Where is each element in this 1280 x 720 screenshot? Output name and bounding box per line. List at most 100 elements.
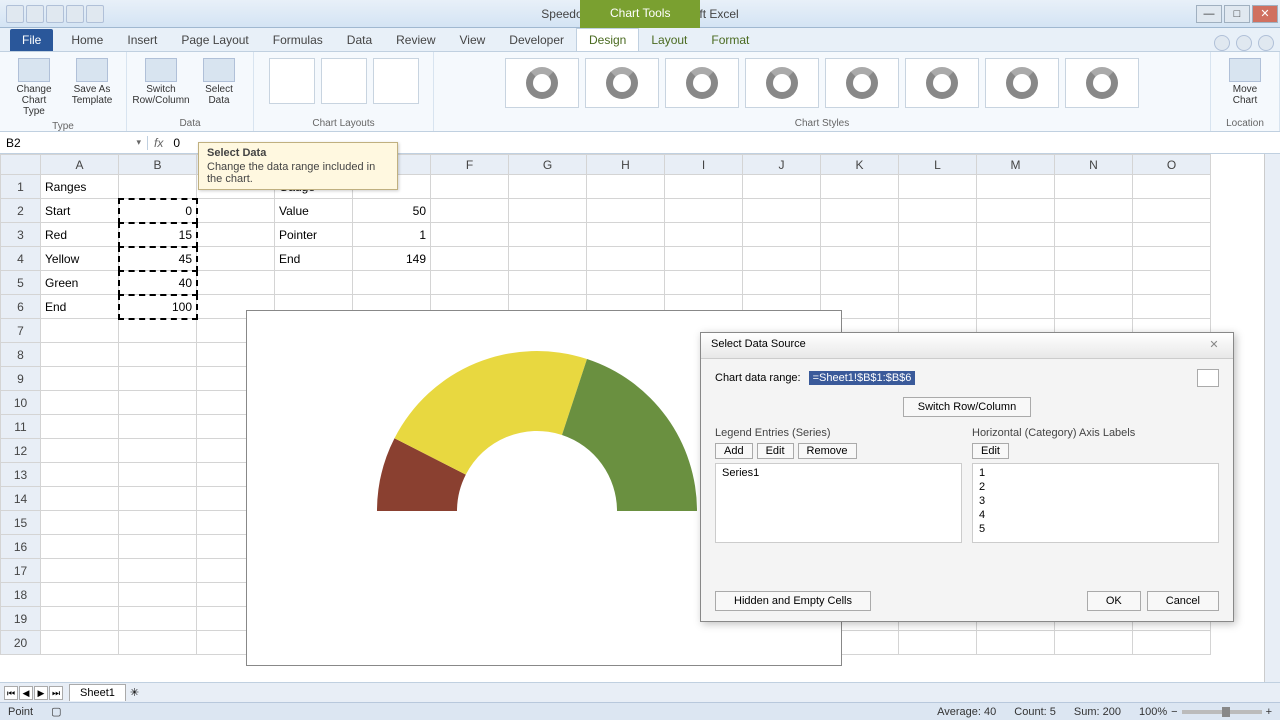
tab-file[interactable]: File [10, 29, 53, 51]
sheet-nav-prev-icon[interactable]: ◀ [19, 686, 33, 700]
cell-A16[interactable] [41, 535, 119, 559]
column-header[interactable]: J [743, 155, 821, 175]
cell-B7[interactable] [119, 319, 197, 343]
sheet-nav-next-icon[interactable]: ▶ [34, 686, 48, 700]
cell-C4[interactable] [197, 247, 275, 271]
row-header[interactable]: 9 [1, 367, 41, 391]
tab-format[interactable]: Format [699, 29, 761, 51]
row-header[interactable]: 5 [1, 271, 41, 295]
edit-axis-button[interactable]: Edit [972, 443, 1009, 459]
row-header[interactable]: 7 [1, 319, 41, 343]
hidden-empty-cells-button[interactable]: Hidden and Empty Cells [715, 591, 871, 611]
row-header[interactable]: 11 [1, 415, 41, 439]
category-item[interactable]: 3 [979, 494, 1212, 508]
cell-A9[interactable] [41, 367, 119, 391]
switch-row-column-dialog-button[interactable]: Switch Row/Column [903, 397, 1031, 417]
switch-row-column-button[interactable]: Switch Row/Column [135, 56, 187, 108]
cell-B3[interactable]: 15 [119, 223, 197, 247]
row-header[interactable]: 6 [1, 295, 41, 319]
cell-I2[interactable] [665, 199, 743, 223]
cell-F5[interactable] [431, 271, 509, 295]
cell-G2[interactable] [509, 199, 587, 223]
cell-M6[interactable] [977, 295, 1055, 319]
maximize-button[interactable]: □ [1224, 5, 1250, 23]
name-box[interactable]: B2 [0, 136, 148, 150]
cell-B11[interactable] [119, 415, 197, 439]
cell-B10[interactable] [119, 391, 197, 415]
cell-B19[interactable] [119, 607, 197, 631]
row-header[interactable]: 8 [1, 343, 41, 367]
cell-K4[interactable] [821, 247, 899, 271]
workbook-close-icon[interactable] [1258, 35, 1274, 51]
tab-insert[interactable]: Insert [115, 29, 169, 51]
row-header[interactable]: 20 [1, 631, 41, 655]
cell-H2[interactable] [587, 199, 665, 223]
cell-N6[interactable] [1055, 295, 1133, 319]
cell-A6[interactable]: End [41, 295, 119, 319]
row-header[interactable]: 16 [1, 535, 41, 559]
cell-I5[interactable] [665, 271, 743, 295]
row-header[interactable]: 13 [1, 463, 41, 487]
cell-A20[interactable] [41, 631, 119, 655]
minimize-button[interactable]: — [1196, 5, 1222, 23]
cell-J5[interactable] [743, 271, 821, 295]
cell-A19[interactable] [41, 607, 119, 631]
zoom-control[interactable]: 100% −+ [1139, 706, 1272, 718]
cell-J2[interactable] [743, 199, 821, 223]
cell-B5[interactable]: 40 [119, 271, 197, 295]
new-sheet-icon[interactable]: ✳ [130, 686, 139, 699]
cell-H3[interactable] [587, 223, 665, 247]
cell-L3[interactable] [899, 223, 977, 247]
cell-N5[interactable] [1055, 271, 1133, 295]
cell-E5[interactable] [353, 271, 431, 295]
cell-M4[interactable] [977, 247, 1055, 271]
column-header[interactable]: H [587, 155, 665, 175]
cell-M5[interactable] [977, 271, 1055, 295]
close-button[interactable]: ✕ [1252, 5, 1278, 23]
cell-L1[interactable] [899, 175, 977, 199]
cell-O20[interactable] [1133, 631, 1211, 655]
chart-style-thumb[interactable] [665, 58, 739, 108]
cell-B12[interactable] [119, 439, 197, 463]
category-item[interactable]: 4 [979, 508, 1212, 522]
row-header[interactable]: 17 [1, 559, 41, 583]
chart-layout-thumb[interactable] [321, 58, 367, 104]
cell-H4[interactable] [587, 247, 665, 271]
cell-A4[interactable]: Yellow [41, 247, 119, 271]
cell-A17[interactable] [41, 559, 119, 583]
cell-C2[interactable] [197, 199, 275, 223]
chart-style-thumb[interactable] [1065, 58, 1139, 108]
cell-A2[interactable]: Start [41, 199, 119, 223]
chart-style-thumb[interactable] [985, 58, 1059, 108]
help-icon[interactable] [1236, 35, 1252, 51]
minimize-ribbon-icon[interactable] [1214, 35, 1230, 51]
change-chart-type-button[interactable]: Change Chart Type [8, 56, 60, 119]
row-header[interactable]: 2 [1, 199, 41, 223]
cell-O4[interactable] [1133, 247, 1211, 271]
cell-K5[interactable] [821, 271, 899, 295]
cell-J4[interactable] [743, 247, 821, 271]
sheet-tab[interactable]: Sheet1 [69, 684, 126, 701]
cell-A12[interactable] [41, 439, 119, 463]
cell-A8[interactable] [41, 343, 119, 367]
cell-B1[interactable] [119, 175, 197, 199]
cell-G4[interactable] [509, 247, 587, 271]
cell-B14[interactable] [119, 487, 197, 511]
tab-review[interactable]: Review [384, 29, 447, 51]
chart-layout-thumb[interactable] [269, 58, 315, 104]
chart-style-thumb[interactable] [825, 58, 899, 108]
macro-record-icon[interactable]: ▢ [51, 705, 61, 718]
cell-B2[interactable]: 0 [119, 199, 197, 223]
column-header[interactable]: A [41, 155, 119, 175]
cell-G5[interactable] [509, 271, 587, 295]
redo-icon[interactable] [66, 5, 84, 23]
vertical-scrollbar[interactable] [1264, 154, 1280, 682]
category-item[interactable]: 2 [979, 480, 1212, 494]
tab-data[interactable]: Data [335, 29, 384, 51]
cell-A11[interactable] [41, 415, 119, 439]
tab-page-layout[interactable]: Page Layout [169, 29, 260, 51]
cell-K3[interactable] [821, 223, 899, 247]
cell-A3[interactable]: Red [41, 223, 119, 247]
range-picker-icon[interactable] [1197, 369, 1219, 387]
column-header[interactable]: N [1055, 155, 1133, 175]
